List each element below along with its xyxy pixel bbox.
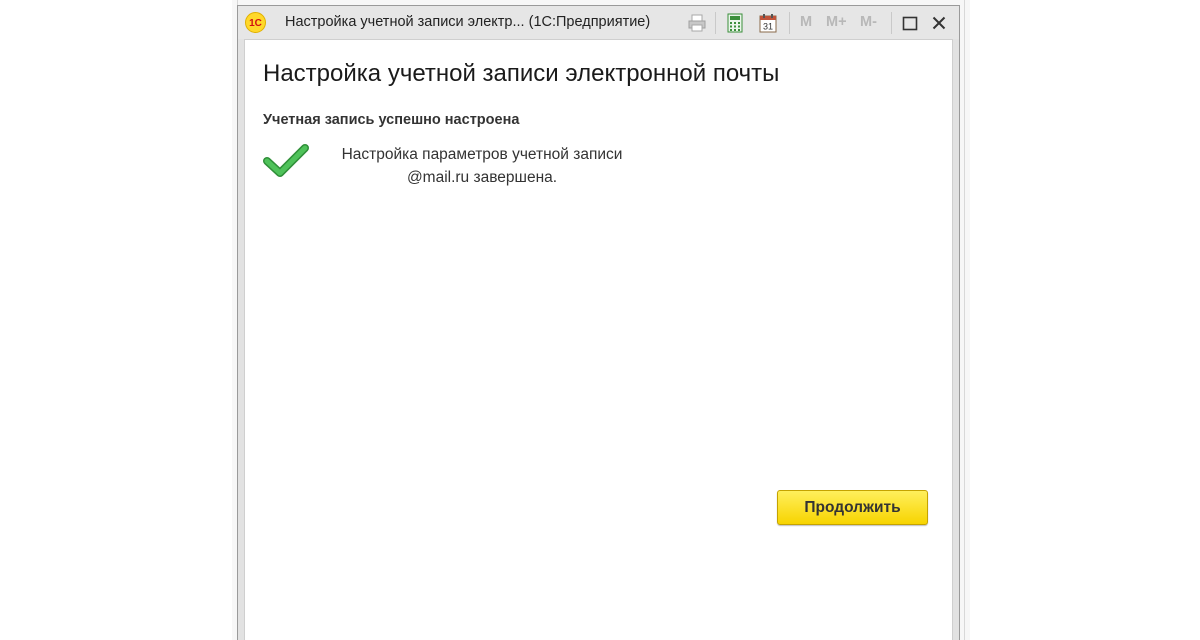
message-line-1: Настройка параметров учетной записи (341, 146, 623, 163)
memory-button[interactable]: M (800, 14, 812, 30)
memory-minus-button[interactable]: M- (860, 14, 877, 30)
window-title: Настройка учетной записи электр... (1С:П… (285, 14, 651, 30)
background-divider (964, 0, 965, 640)
continue-button[interactable]: Продолжить (777, 490, 928, 525)
memory-plus-button[interactable]: M+ (826, 14, 847, 30)
dialog-window: 1С Настройка учетной записи электр... (1… (237, 5, 960, 640)
success-check-icon (263, 144, 309, 177)
calendar-day-text: 31 (763, 22, 773, 32)
toolbar-separator (891, 12, 892, 34)
logo-text: 1С (249, 18, 262, 29)
status-message: Настройка параметров учетной записи @mai… (319, 143, 645, 189)
page-title: Настройка учетной записи электронной поч… (263, 60, 780, 87)
1c-logo-icon: 1С (245, 12, 266, 33)
toolbar-separator (715, 12, 716, 34)
calendar-icon[interactable]: 31 (758, 13, 778, 33)
print-icon[interactable] (687, 13, 707, 33)
message-line-2: @mail.ru завершена. (406, 169, 558, 186)
status-title: Учетная запись успешно настроена (263, 112, 520, 128)
close-icon[interactable] (929, 13, 949, 33)
title-bar[interactable]: 1С Настройка учетной записи электр... (1… (238, 6, 959, 39)
toolbar-separator (789, 12, 790, 34)
dialog-content: Настройка учетной записи электронной поч… (244, 39, 953, 640)
maximize-icon[interactable] (900, 13, 920, 33)
calculator-icon[interactable] (725, 13, 745, 33)
